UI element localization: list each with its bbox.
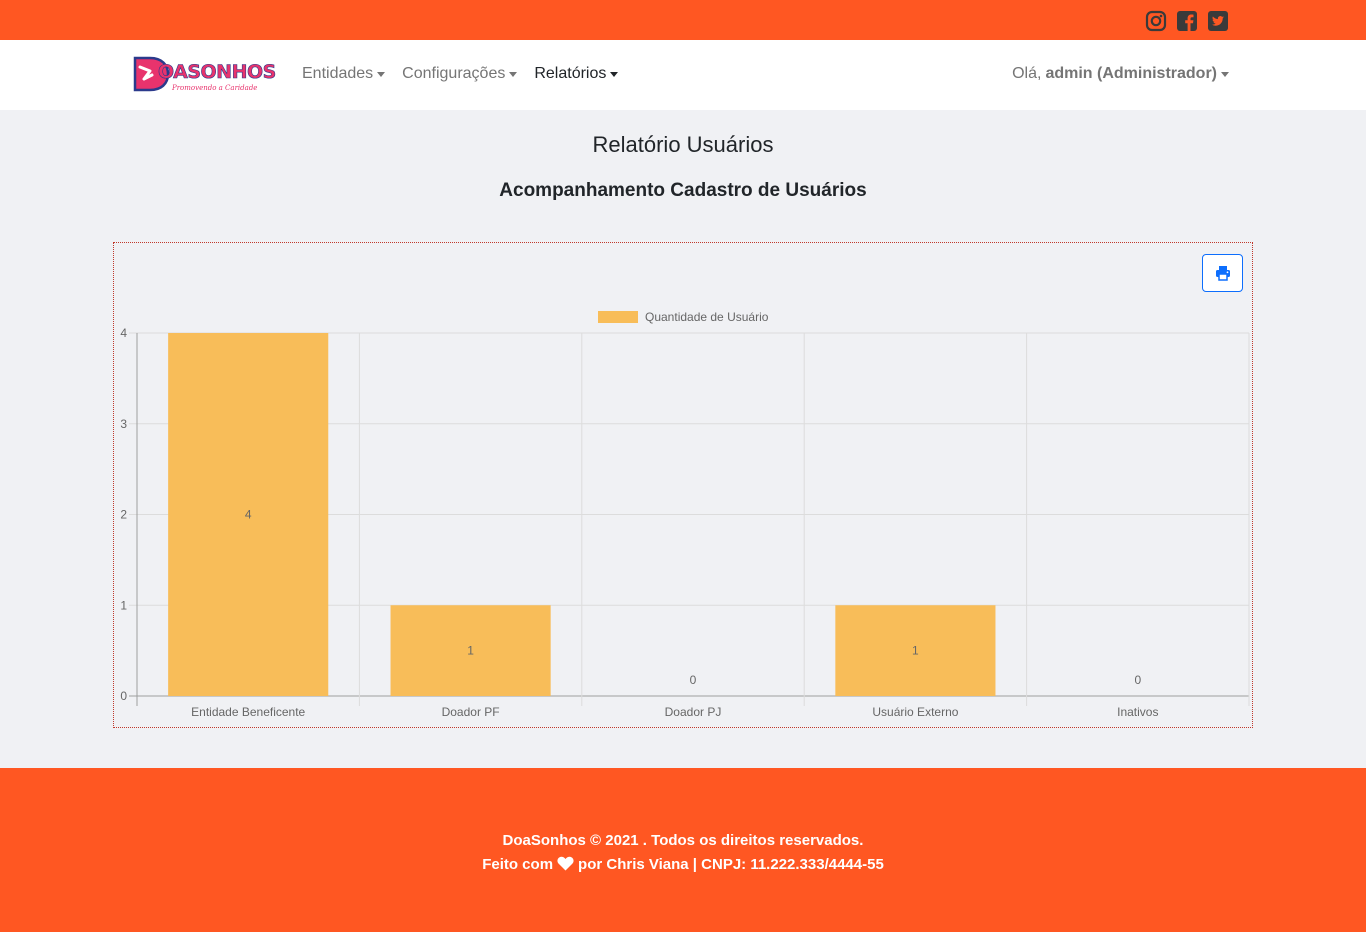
facebook-icon[interactable]: [1176, 10, 1198, 32]
bar-value-label: 0: [1134, 673, 1141, 687]
page-subtitle: Acompanhamento Cadastro de Usuários: [499, 180, 867, 201]
caret-down-icon: [610, 71, 619, 77]
bar-value-label: 1: [467, 644, 474, 658]
footer: DoaSonhos © 2021 . Todos os direitos res…: [0, 768, 1366, 932]
top-bar: [0, 0, 1366, 40]
user-name: admin (Administrador): [1045, 65, 1217, 82]
twitter-icon[interactable]: [1207, 10, 1229, 32]
legend-swatch: [598, 311, 638, 323]
footer-copyright: DoaSonhos © 2021 . Todos os direitos res…: [502, 832, 864, 849]
brand-tagline: Promovendo a Caridade: [172, 84, 258, 92]
main-nav: Entidades Configurações Relatórios: [302, 65, 619, 83]
heart-icon: [557, 856, 574, 871]
y-tick-label: 1: [120, 598, 127, 612]
x-tick-label: Doador PJ: [665, 705, 722, 719]
page-title: Relatório Usuários: [592, 132, 774, 157]
bar-chart: 0 1 2 3 4 4 Entidade Beneficente 1 Doador PF 0 Doa…: [120, 310, 1250, 719]
bar-value-label: 4: [245, 508, 252, 522]
user-greeting: Olá,: [1012, 65, 1042, 82]
navbar: OASONHOS Promovendo a Caridade Entidades…: [0, 40, 1366, 110]
brand-logo[interactable]: OASONHOS Promovendo a Caridade: [130, 53, 277, 97]
x-tick-label: Doador PF: [442, 705, 500, 719]
footer-credits: Feito com por Chris Viana | CNPJ: 11.222.…: [0, 856, 1366, 873]
caret-down-icon: [377, 71, 386, 77]
nav-dropdown-entidades[interactable]: Entidades: [302, 65, 386, 83]
x-tick-label: Entidade Beneficente: [191, 705, 305, 719]
y-tick-label: 0: [120, 689, 127, 703]
footer-credits-prefix: Feito com: [482, 856, 554, 873]
brand-name: OASONHOS: [158, 61, 277, 84]
y-tick-label: 3: [120, 417, 127, 431]
bar-value-label: 1: [912, 644, 919, 658]
nav-dropdown-relatorios[interactable]: Relatórios: [534, 65, 619, 83]
bar-value-label: 0: [690, 673, 697, 687]
nav-label-relatorios: Relatórios: [534, 65, 607, 82]
y-tick-label: 4: [120, 326, 127, 340]
footer-credits-suffix: por Chris Viana | CNPJ: 11.222.333/4444-…: [578, 856, 884, 873]
caret-down-icon: [509, 71, 518, 77]
nav-dropdown-configuracoes[interactable]: Configurações: [402, 65, 518, 83]
caret-down-icon: [1221, 71, 1229, 77]
y-tick-label: 2: [120, 508, 127, 522]
social-links: [1145, 10, 1229, 32]
chart-container: 0 1 2 3 4 4 Entidade Beneficente 1 Doador PF 0 Doa…: [113, 242, 1253, 728]
user-menu[interactable]: Olá, admin (Administrador): [1012, 65, 1229, 83]
nav-label-entidades: Entidades: [302, 65, 374, 82]
legend-label: Quantidade de Usuário: [645, 310, 769, 324]
instagram-icon[interactable]: [1145, 10, 1167, 32]
nav-label-configuracoes: Configurações: [402, 65, 506, 82]
x-tick-label: Inativos: [1117, 705, 1158, 719]
x-tick-label: Usuário Externo: [872, 705, 958, 719]
